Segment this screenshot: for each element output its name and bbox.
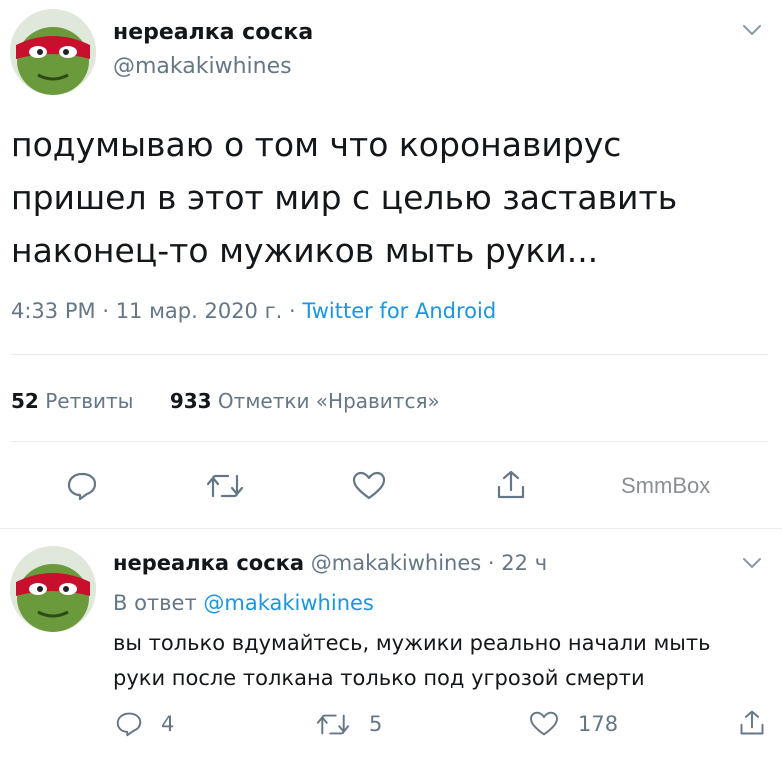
meta-separator: ·	[487, 551, 495, 575]
avatar[interactable]	[10, 546, 96, 632]
tweet-text-line: наконец-то мужиков мыть руки...	[11, 231, 599, 270]
reply-header: нереалка соска @makakiwhines · 22 ч	[113, 551, 547, 575]
likes-count: 933	[169, 389, 212, 413]
divider	[0, 528, 782, 529]
retweet-icon[interactable]	[203, 468, 247, 504]
author-handle[interactable]: @makakiwhines	[311, 551, 481, 575]
turtle-avatar-icon	[10, 9, 96, 95]
watermark: SmmBox	[621, 473, 711, 498]
tweet-source-link[interactable]: Twitter for Android	[302, 299, 496, 323]
meta-separator: ·	[102, 299, 109, 323]
tweet-time[interactable]: 4:33 PM	[11, 299, 96, 323]
like-icon[interactable]	[528, 709, 560, 739]
tweet-meta: 4:33 PM · 11 мар. 2020 г. · Twitter for …	[11, 299, 496, 323]
tweet-text-line: подумываю о том что коронавирус	[11, 125, 622, 164]
reply-count: 4	[161, 712, 175, 736]
tweet-text-line: пришел в этот мир с целью заставить	[11, 178, 678, 217]
meta-separator: ·	[289, 299, 296, 323]
retweet-count: 5	[369, 712, 383, 736]
like-icon[interactable]	[349, 468, 389, 504]
chevron-down-icon[interactable]	[740, 551, 764, 575]
retweet-icon[interactable]	[314, 709, 352, 739]
author-name[interactable]: нереалка соска	[113, 20, 313, 45]
likes-stat[interactable]: 933 Отметки «Нравится»	[170, 389, 440, 413]
chevron-down-icon[interactable]	[740, 18, 764, 42]
reply-text-line: руки после толкана только под угрозой см…	[113, 666, 645, 690]
turtle-avatar-icon	[10, 546, 96, 632]
likes-label: Отметки «Нравится»	[217, 389, 440, 413]
reply-icon[interactable]	[113, 709, 145, 739]
tweet-date[interactable]: 11 мар. 2020 г.	[116, 299, 283, 323]
share-icon[interactable]	[492, 466, 530, 504]
retweets-count: 52	[11, 389, 39, 413]
divider	[11, 441, 768, 442]
tweet-stats: 52 Ретвиты 933 Отметки «Нравится»	[11, 389, 440, 413]
reply-icon[interactable]	[62, 468, 102, 504]
reply-text: вы только вдумайтесь, мужики реально нач…	[113, 626, 711, 696]
in-reply-prefix: В ответ	[113, 591, 197, 615]
in-reply-to: В ответ @makakiwhines	[113, 591, 374, 615]
retweets-label: Ретвиты	[45, 389, 134, 413]
retweets-stat[interactable]: 52 Ретвиты	[11, 389, 140, 413]
reply-text-line: вы только вдумайтесь, мужики реально нач…	[113, 631, 711, 655]
author-name[interactable]: нереалка соска	[113, 551, 304, 575]
in-reply-handle[interactable]: @makakiwhines	[203, 591, 373, 615]
divider	[11, 354, 768, 355]
tweet-text: подумываю о том что коронавирус пришел в…	[11, 118, 677, 277]
share-icon[interactable]	[736, 707, 768, 739]
author-handle[interactable]: @makakiwhines	[113, 54, 292, 79]
tweet-age[interactable]: 22 ч	[501, 551, 547, 575]
like-count: 178	[578, 712, 619, 736]
avatar[interactable]	[10, 9, 96, 95]
